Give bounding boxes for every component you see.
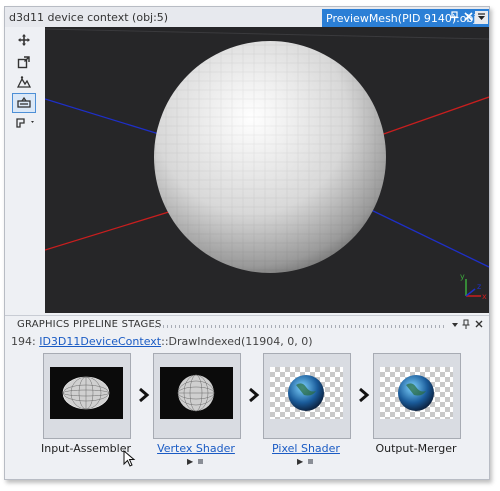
z-axis-label: z — [477, 282, 481, 291]
active-document-tab[interactable]: PreviewMesh(PID 9140).obj — [322, 9, 489, 27]
model-editor-toolbar — [5, 27, 45, 313]
camera-tool-button[interactable] — [13, 113, 41, 131]
stage-input-assembler[interactable] — [43, 353, 131, 439]
pipeline-panel-title: GRAPHICS PIPELINE STAGES — [17, 319, 162, 330]
header-grip — [155, 325, 445, 328]
pixel-shader-link[interactable]: Pixel Shader — [251, 442, 361, 455]
draw-call-row: 194: ID3D11DeviceContext::DrawIndexed(11… — [11, 335, 313, 348]
x-axis-line-left — [45, 206, 186, 251]
z-axis-line-right — [364, 206, 489, 268]
axis-gizmo: y x z — [460, 272, 487, 301]
zoom-tool-button[interactable] — [13, 53, 35, 71]
stage-vertex-shader[interactable] — [153, 353, 241, 439]
move-arrows-icon — [18, 34, 30, 46]
pin-icon[interactable] — [461, 318, 471, 333]
stage-arrow-icon — [139, 387, 150, 403]
x-axis-line-right — [374, 96, 489, 138]
pixel-shader-thumbnail — [270, 367, 343, 419]
output-merger-thumbnail — [380, 367, 453, 419]
stop-icon[interactable] — [198, 459, 204, 464]
call-method: DrawIndexed(11904, 0, 0) — [168, 335, 313, 348]
stop-icon[interactable] — [308, 459, 314, 464]
pin-icon[interactable] — [448, 11, 461, 24]
frame-object-icon — [17, 96, 31, 108]
mouse-cursor-icon — [123, 450, 136, 467]
x-axis-label: x — [482, 292, 487, 301]
device-context-link[interactable]: ID3D11DeviceContext — [39, 335, 161, 348]
dropdown-icon[interactable] — [450, 318, 460, 333]
y-axis-label: y — [460, 272, 465, 281]
vertex-shader-link[interactable]: Vertex Shader — [141, 442, 251, 455]
3d-viewport[interactable]: y x z — [45, 27, 489, 313]
pipeline-panel-header: GRAPHICS PIPELINE STAGES — [5, 315, 489, 334]
vertex-shader-thumbnail — [160, 367, 233, 419]
grid-line — [45, 28, 489, 40]
stage-output-merger[interactable] — [373, 353, 461, 439]
input-assembler-thumbnail — [50, 367, 123, 419]
pixel-shader-debug-controls: ▶ — [297, 457, 314, 466]
graphics-debugger-window: d3d11 device context (obj:5) PreviewMesh… — [4, 6, 490, 480]
close-icon[interactable] — [474, 318, 484, 333]
call-number: 194: — [11, 335, 36, 348]
pipeline-stages: Input-Assembler Vertex Shader Pixel Shad… — [33, 353, 489, 475]
orbit-tool-button[interactable] — [13, 73, 35, 91]
tab-dropdown-icon[interactable] — [475, 11, 488, 24]
play-icon[interactable]: ▶ — [187, 457, 193, 466]
orbit-icon — [16, 76, 32, 88]
play-icon[interactable]: ▶ — [297, 457, 303, 466]
stage-arrow-icon — [359, 387, 370, 403]
close-icon[interactable] — [462, 11, 475, 24]
call-separator: :: — [161, 335, 169, 348]
document-tab-bar: d3d11 device context (obj:5) PreviewMesh… — [5, 7, 489, 27]
zoom-icon — [17, 56, 30, 69]
vertex-shader-debug-controls: ▶ — [187, 457, 204, 466]
pan-tool-button[interactable] — [13, 31, 35, 49]
sphere-facets — [154, 41, 386, 273]
stage-pixel-shader[interactable] — [263, 353, 351, 439]
mesh-preview-canvas[interactable]: y x z — [45, 27, 489, 313]
output-merger-label: Output-Merger — [375, 442, 457, 455]
stage-arrow-icon — [249, 387, 260, 403]
context-tab-caption[interactable]: d3d11 device context (obj:5) — [9, 11, 168, 24]
camera-options-icon — [16, 118, 34, 128]
frame-tool-button[interactable] — [12, 93, 36, 113]
